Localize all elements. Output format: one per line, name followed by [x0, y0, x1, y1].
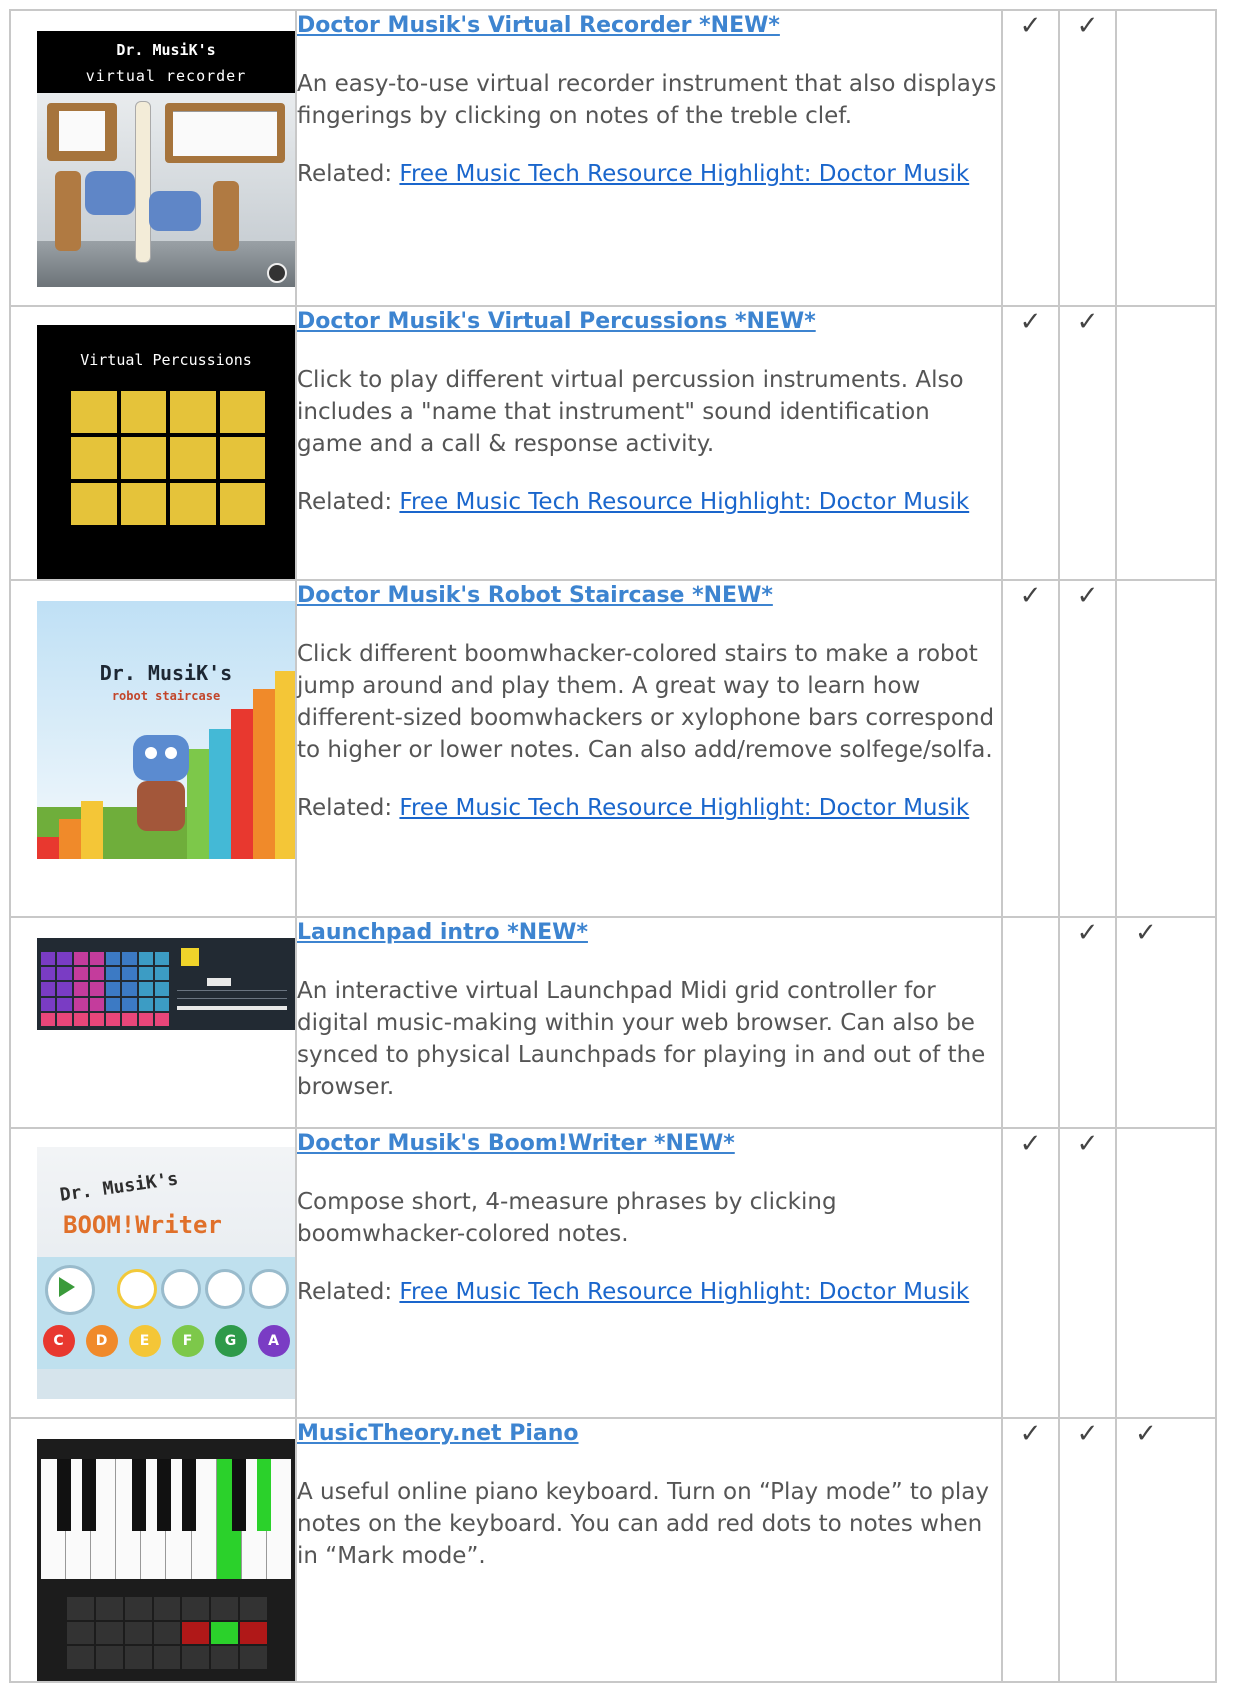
- resource-title-link[interactable]: Doctor Musik's Virtual Recorder *NEW*: [297, 13, 780, 38]
- info-cell: Doctor Musik's Boom!Writer *NEW* Compose…: [295, 1127, 1003, 1419]
- boom-writer-thumbnail[interactable]: Dr. MusiK's BOOM!Writer C D E F G A: [37, 1147, 295, 1399]
- note-f-button: F: [171, 1325, 204, 1357]
- table-row: Launchpad intro *NEW* An interactive vir…: [9, 916, 1217, 1129]
- note-g-button: G: [214, 1325, 247, 1357]
- thumbnail-cell: Dr. MusiK's BOOM!Writer C D E F G A: [9, 1127, 297, 1419]
- thumb-title-line2: virtual recorder: [85, 67, 247, 85]
- check-cell-1: [1001, 916, 1060, 1129]
- note-c-button: C: [42, 1325, 75, 1357]
- check-cell-3: [1115, 9, 1217, 307]
- check-cell-1: ✓: [1001, 1127, 1060, 1419]
- related-line: Related: Free Music Tech Resource Highli…: [297, 792, 1001, 824]
- note-a-button: A: [257, 1325, 290, 1357]
- resource-title-link[interactable]: Launchpad intro *NEW*: [297, 920, 588, 945]
- thumbnail-cell: [9, 1417, 297, 1683]
- related-label: Related:: [297, 795, 393, 821]
- check-cell-1: ✓: [1001, 1417, 1060, 1683]
- check-cell-2: ✓: [1058, 305, 1117, 581]
- virtual-percussions-thumbnail[interactable]: Virtual Percussions: [37, 325, 295, 579]
- note-d-button: D: [85, 1325, 118, 1357]
- info-cell: Doctor Musik's Virtual Percussions *NEW*…: [295, 305, 1003, 581]
- check-cell-1: ✓: [1001, 9, 1060, 307]
- check-cell-2: ✓: [1058, 916, 1117, 1129]
- table-row: Dr. MusiK's BOOM!Writer C D E F G A Doct…: [9, 1127, 1217, 1419]
- related-link[interactable]: Free Music Tech Resource Highlight: Doct…: [399, 489, 969, 515]
- thumb-title-line2: BOOM!Writer: [63, 1211, 222, 1239]
- check-cell-3: [1115, 579, 1217, 918]
- thumb-title-line1: Dr. MusiK's: [58, 1168, 180, 1206]
- thumbnail-cell: [9, 916, 297, 1129]
- related-line: Related: Free Music Tech Resource Highli…: [297, 486, 1001, 518]
- resource-description: A useful online piano keyboard. Turn on …: [297, 1479, 990, 1569]
- related-label: Related:: [297, 489, 393, 515]
- thumbnail-cell: Dr. MusiK's virtual recorder: [9, 9, 297, 307]
- check-cell-3: [1115, 1127, 1217, 1419]
- note-e-button: E: [128, 1325, 161, 1357]
- check-cell-1: ✓: [1001, 579, 1060, 918]
- table-row: Dr. MusiK's virtual recorder Doctor Musi…: [9, 9, 1217, 307]
- check-cell-1: ✓: [1001, 305, 1060, 581]
- related-label: Related:: [297, 161, 393, 187]
- table-row: Dr. MusiK's robot staircase Doctor Musik…: [9, 579, 1217, 918]
- thumb-title-line1: Dr. MusiK's: [116, 41, 216, 59]
- related-link[interactable]: Free Music Tech Resource Highlight: Doct…: [399, 161, 969, 187]
- check-cell-3: ✓: [1115, 916, 1217, 1129]
- resource-title-link[interactable]: Doctor Musik's Robot Staircase *NEW*: [297, 583, 773, 608]
- thumbnail-cell: Dr. MusiK's robot staircase: [9, 579, 297, 918]
- related-link[interactable]: Free Music Tech Resource Highlight: Doct…: [399, 795, 969, 821]
- resource-description: Click different boomwhacker-colored stai…: [297, 641, 995, 763]
- info-cell: Launchpad intro *NEW* An interactive vir…: [295, 916, 1003, 1129]
- info-cell: Doctor Musik's Robot Staircase *NEW* Cli…: [295, 579, 1003, 918]
- table-row: MusicTheory.net Piano A useful online pi…: [9, 1417, 1217, 1683]
- piano-thumbnail[interactable]: [37, 1439, 295, 1681]
- related-label: Related:: [297, 1279, 393, 1305]
- resource-title-link[interactable]: Doctor Musik's Boom!Writer *NEW*: [297, 1131, 735, 1156]
- info-cell: Doctor Musik's Virtual Recorder *NEW* An…: [295, 9, 1003, 307]
- check-cell-3: [1115, 305, 1217, 581]
- thumbnail-cell: Virtual Percussions: [9, 305, 297, 581]
- robot-staircase-thumbnail[interactable]: Dr. MusiK's robot staircase: [37, 601, 295, 859]
- info-cell: MusicTheory.net Piano A useful online pi…: [295, 1417, 1003, 1683]
- check-cell-3: ✓: [1115, 1417, 1217, 1683]
- resource-description: Compose short, 4-measure phrases by clic…: [297, 1189, 837, 1247]
- resource-description: An interactive virtual Launchpad Midi gr…: [297, 978, 986, 1100]
- virtual-recorder-thumbnail[interactable]: Dr. MusiK's virtual recorder: [37, 31, 295, 287]
- check-cell-2: ✓: [1058, 9, 1117, 307]
- related-line: Related: Free Music Tech Resource Highli…: [297, 1276, 1001, 1308]
- table-row: Virtual Percussions Doctor Musik's Virtu…: [9, 305, 1217, 581]
- resource-title-link[interactable]: MusicTheory.net Piano: [297, 1421, 579, 1446]
- related-line: Related: Free Music Tech Resource Highli…: [297, 158, 1001, 190]
- check-cell-2: ✓: [1058, 1127, 1117, 1419]
- resource-table: Dr. MusiK's virtual recorder Doctor Musi…: [9, 9, 1217, 1683]
- check-cell-2: ✓: [1058, 1417, 1117, 1683]
- thumb-title-line1: Virtual Percussions: [80, 351, 252, 369]
- thumb-title-line1: Dr. MusiK's: [99, 661, 233, 685]
- resource-description: An easy-to-use virtual recorder instrume…: [297, 71, 997, 129]
- related-link[interactable]: Free Music Tech Resource Highlight: Doct…: [399, 1279, 969, 1305]
- resource-title-link[interactable]: Doctor Musik's Virtual Percussions *NEW*: [297, 309, 816, 334]
- resource-description: Click to play different virtual percussi…: [297, 367, 964, 457]
- launchpad-thumbnail[interactable]: [37, 938, 295, 1030]
- check-cell-2: ✓: [1058, 579, 1117, 918]
